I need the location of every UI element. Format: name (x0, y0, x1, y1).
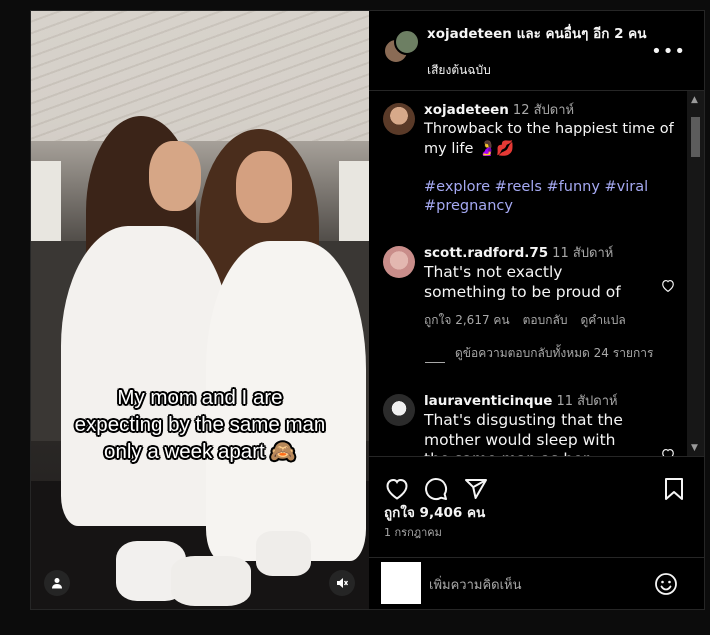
comment-username[interactable]: lauraventicinque (424, 393, 552, 409)
add-comment-input[interactable]: เพิ่มความคิดเห็น (429, 574, 522, 595)
caption-username[interactable]: xojadeteen (424, 102, 509, 118)
post-dialog: My mom and I are expecting by the same m… (30, 10, 705, 610)
video-text-overlay: My mom and I are expecting by the same m… (31, 384, 369, 465)
comments-list[interactable]: xojadeteen 12 สัปดาห์ Throwback to the ha… (369, 91, 704, 457)
woman-left-face (149, 141, 201, 211)
comment-time: 11 สัปดาห์ (552, 246, 614, 261)
van-window-right (339, 161, 369, 251)
post-header: xojadeteen และ คนอื่นๆ อีก 2 คน เสียงต้น… (369, 11, 704, 91)
van-ceiling (31, 11, 369, 141)
comment-icon (425, 478, 448, 501)
like-comment-button[interactable] (661, 446, 675, 456)
page-backdrop: My mom and I are expecting by the same m… (0, 0, 710, 635)
audio-label[interactable]: เสียงต้นฉบับ (427, 61, 491, 80)
user-tag-icon (52, 578, 62, 589)
like-count[interactable]: ถูกใจ 9,406 คน (384, 501, 485, 523)
comment-meta: ถูกใจ 2,617 คน ตอบกลับ ดูคำแปล (424, 311, 684, 330)
like-comment-button[interactable] (661, 277, 675, 296)
comment-body: scott.radford.75 11 สัปดาห์ That's not ex… (424, 245, 684, 330)
bookmark-icon (665, 478, 683, 500)
mute-icon (337, 578, 349, 588)
avatar[interactable] (383, 103, 415, 135)
comment-text: That's not exactly something to be proud… (424, 263, 621, 301)
overlay-line: only a week apart 🙈 (104, 440, 296, 463)
comment-likes[interactable]: ถูกใจ 2,617 คน (424, 313, 510, 327)
heart-icon (386, 478, 408, 500)
shoe (256, 531, 311, 576)
post-date[interactable]: 1 กรกฎาคม (384, 523, 442, 541)
comment-time: 11 สัปดาห์ (556, 394, 618, 409)
heart-icon (662, 448, 674, 456)
view-replies-label: ดูข้อความตอบกลับทั้งหมด 24 รายการ (455, 346, 654, 360)
avatar[interactable] (394, 29, 420, 55)
comment-body: lauraventicinque 11 สัปดาห์ That's disgus… (424, 393, 684, 456)
share-icon (465, 479, 487, 499)
add-comment-bar: เพิ่มความคิดเห็น (369, 557, 704, 609)
avatar (381, 562, 421, 604)
user-tag-button[interactable] (44, 570, 70, 596)
emoji-icon (655, 573, 677, 595)
divider (425, 362, 445, 363)
overlay-line: expecting by the same man (74, 413, 326, 436)
comments-scrollbar[interactable]: ▲ ▼ (687, 91, 704, 456)
caption-hashtags[interactable]: #explore #reels #funny #viral #pregnancy (424, 178, 684, 216)
reply-button[interactable]: ตอบกลับ (523, 313, 568, 327)
translate-button[interactable]: ดูคำแปล (581, 313, 626, 327)
woman-right-face (236, 151, 292, 223)
post-authors[interactable]: xojadeteen และ คนอื่นๆ อีก 2 คน (427, 25, 657, 43)
overlay-line: My mom and I are (117, 386, 283, 409)
post-side-panel: xojadeteen และ คนอื่นๆ อีก 2 คน เสียงต้น… (369, 11, 704, 609)
heart-icon (662, 279, 674, 293)
scroll-down-icon[interactable]: ▼ (691, 443, 698, 453)
more-icon: ••• (651, 41, 686, 62)
post-actions: ถูกใจ 9,406 คน 1 กรกฎาคม (369, 457, 704, 557)
more-options-button[interactable]: ••• (651, 41, 686, 62)
caption-text: Throwback to the happiest time of my lif… (424, 121, 674, 157)
mute-button[interactable] (329, 570, 355, 596)
caption-body: xojadeteen 12 สัปดาห์ Throwback to the ha… (424, 102, 684, 216)
scroll-up-icon[interactable]: ▲ (691, 95, 698, 105)
comment-username[interactable]: scott.radford.75 (424, 245, 548, 261)
comment-text: That's disgusting that the mother would … (424, 411, 623, 456)
avatar[interactable] (383, 246, 415, 278)
van-window-left (31, 161, 61, 251)
scroll-thumb[interactable] (691, 117, 700, 157)
avatar[interactable] (383, 394, 415, 426)
caption-time: 12 สัปดาห์ (512, 103, 575, 118)
post-video[interactable]: My mom and I are expecting by the same m… (31, 11, 369, 609)
emoji-button[interactable] (654, 572, 678, 600)
shoe (171, 556, 251, 606)
save-button[interactable] (664, 477, 684, 505)
